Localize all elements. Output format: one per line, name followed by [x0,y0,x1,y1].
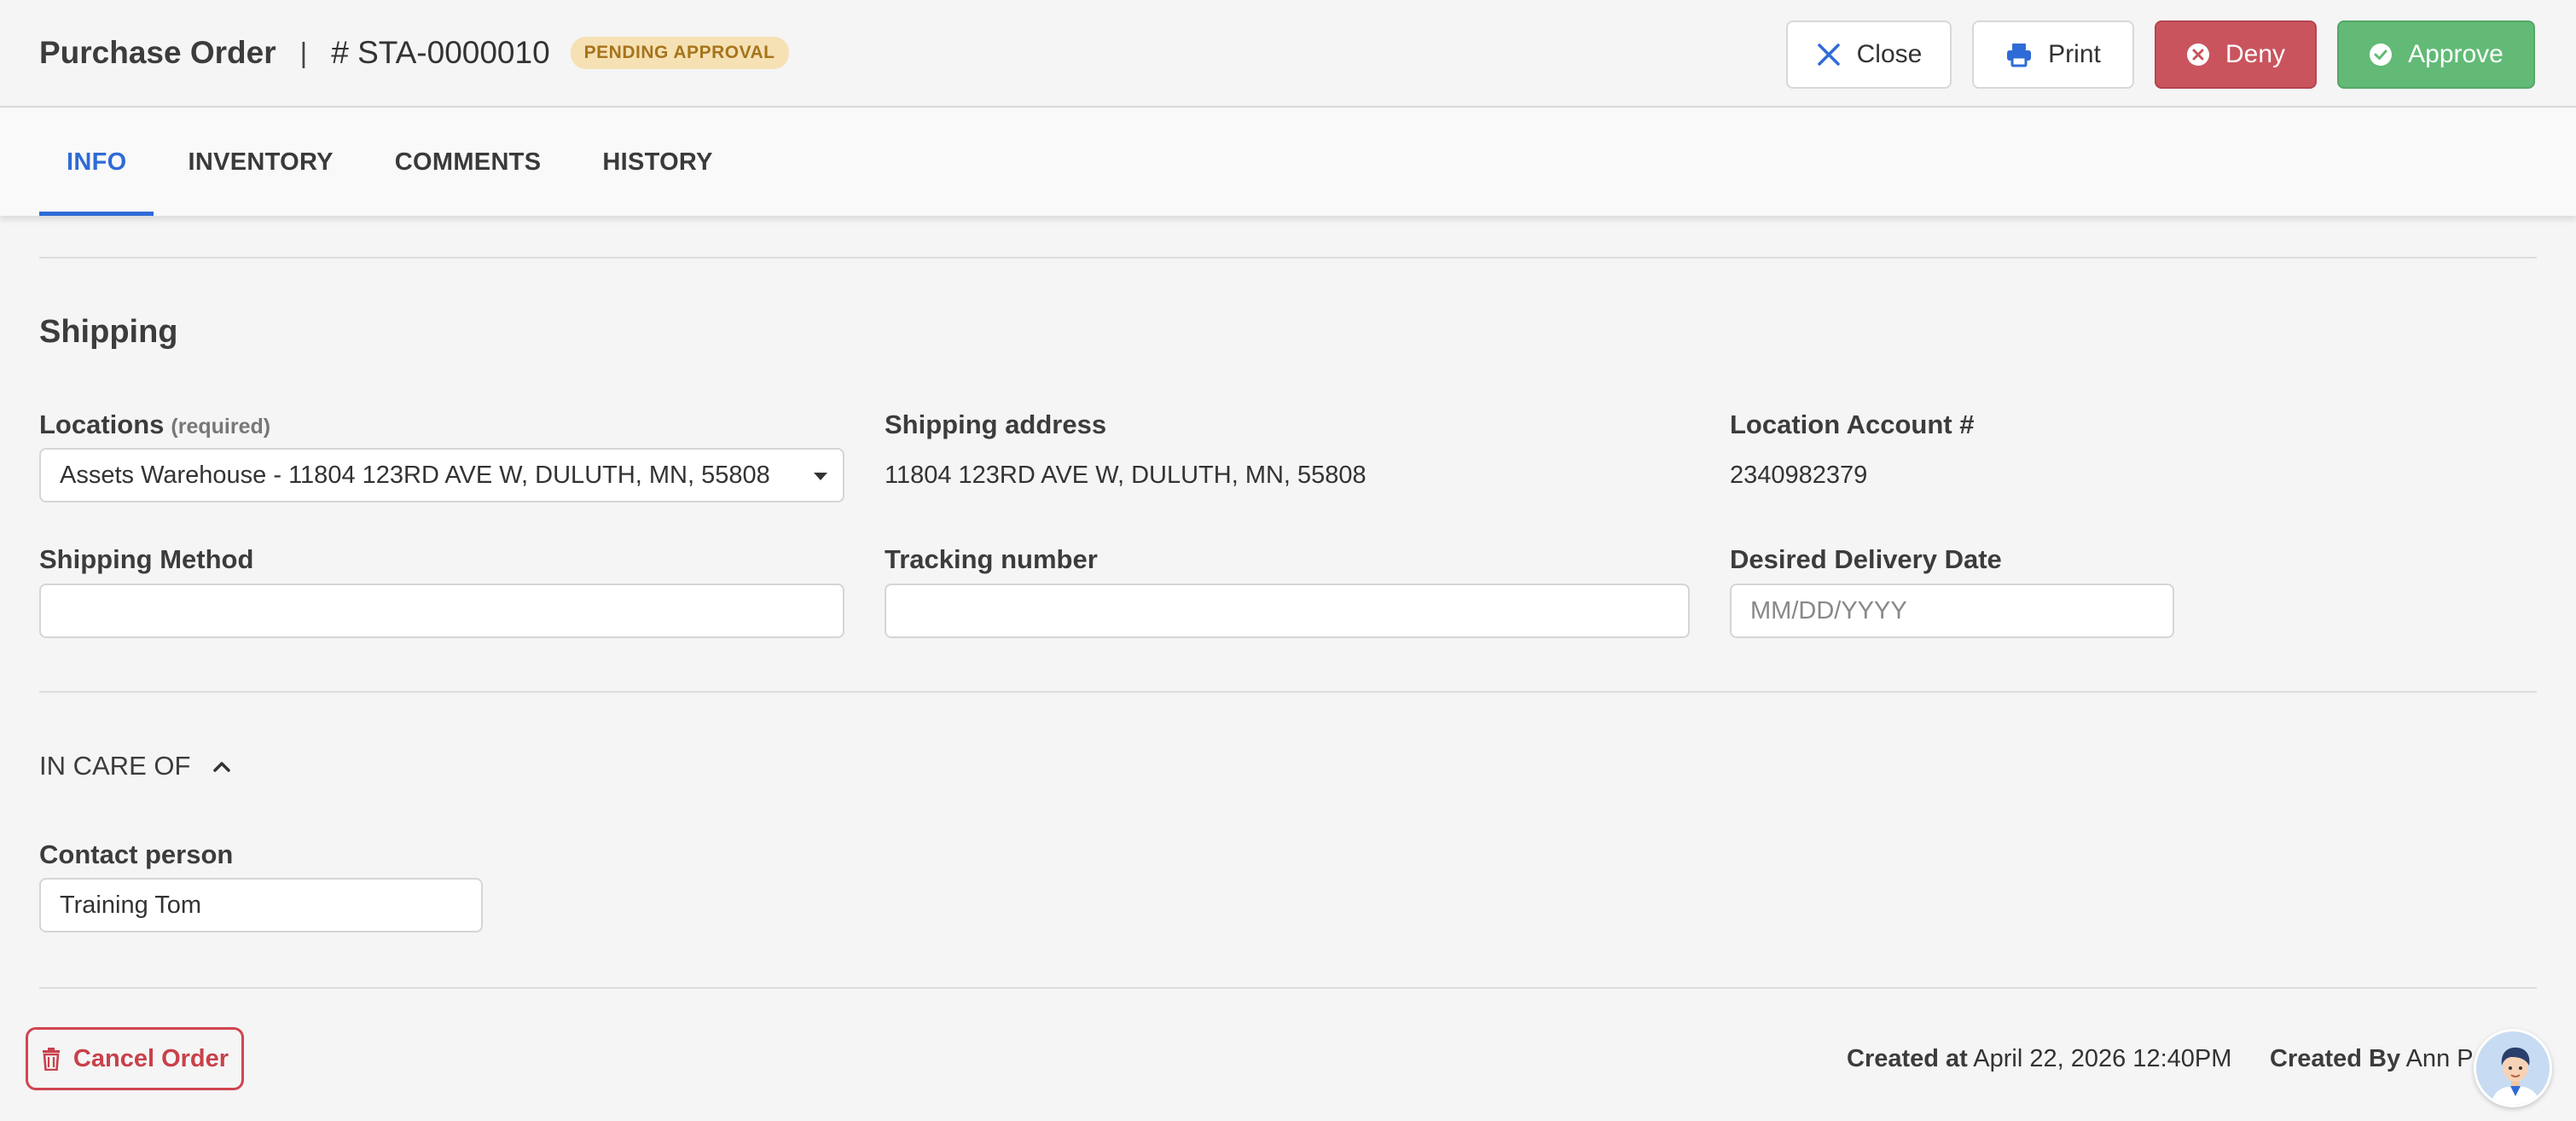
shipping-address-value: 11804 123RD AVE W, DULUTH, MN, 55808 [885,462,1366,489]
print-button[interactable]: Print [1972,20,2134,89]
divider [39,691,2537,693]
contact-person-input[interactable]: Training Tom [39,878,483,932]
cancel-order-button[interactable]: Cancel Order [26,1027,244,1090]
tracking-number-label: Tracking number [885,544,1098,574]
order-number: # STA-0000010 [331,35,550,70]
avatar[interactable] [2474,1029,2552,1107]
caret-down-icon [814,473,827,480]
x-circle-icon [2186,43,2210,67]
deny-button[interactable]: Deny [2155,20,2317,89]
created-by: Created By Ann P [2270,1045,2474,1073]
check-circle-icon [2369,43,2393,67]
in-care-of-toggle[interactable]: IN CARE OF [39,751,231,781]
required-hint: (required) [171,415,271,439]
chevron-up-icon [212,759,231,773]
header-actions: Close Print Deny Approve [1786,20,2535,89]
trash-icon [41,1047,61,1071]
divider [39,257,2537,258]
in-care-of-title: IN CARE OF [39,751,191,781]
shipping-address-label: Shipping address [885,409,1107,439]
tab-comments[interactable]: COMMENTS [395,108,542,216]
tracking-number-input[interactable] [885,584,1690,638]
created-at-label: Created at [1847,1045,1968,1072]
locations-select[interactable]: Assets Warehouse - 11804 123RD AVE W, DU… [39,448,844,502]
created-by-value: Ann P [2405,1045,2474,1072]
locations-select-value: Assets Warehouse - 11804 123RD AVE W, DU… [60,461,770,489]
shipping-method-input[interactable] [39,584,844,638]
contact-person-label: Contact person [39,839,234,869]
approve-button[interactable]: Approve [2337,20,2535,89]
close-icon [1816,42,1842,67]
title-separator: | [299,37,308,68]
desired-delivery-date-label: Desired Delivery Date [1730,544,2002,574]
location-account-label: Location Account # [1730,409,1975,439]
approve-button-label: Approve [2408,40,2503,68]
shipping-section-title: Shipping [39,314,178,350]
status-badge: PENDING APPROVAL [570,37,789,69]
tab-bar: INFO INVENTORY COMMENTS HISTORY [0,108,2576,216]
locations-label: Locations (required) [39,409,270,440]
page-title: Purchase Order [39,35,276,70]
created-at-value: April 22, 2026 12:40PM [1973,1045,2232,1072]
close-button[interactable]: Close [1786,20,1952,89]
print-button-label: Print [2048,40,2101,68]
locations-label-text: Locations [39,409,165,439]
created-by-label: Created By [2270,1045,2401,1072]
cancel-order-label: Cancel Order [73,1044,229,1072]
printer-icon [2005,42,2033,67]
tab-history[interactable]: HISTORY [602,108,712,216]
close-button-label: Close [1856,40,1923,68]
user-avatar-icon [2476,1031,2550,1105]
created-at: Created at April 22, 2026 12:40PM [1847,1045,2231,1073]
shipping-method-label: Shipping Method [39,544,254,574]
page-header: Purchase Order | # STA-0000010 PENDING A… [0,0,2576,107]
tab-info[interactable]: INFO [39,108,154,216]
desired-delivery-date-input[interactable]: MM/DD/YYYY [1730,584,2174,638]
divider [39,987,2537,989]
tab-inventory[interactable]: INVENTORY [188,108,333,216]
location-account-value: 2340982379 [1730,462,1868,489]
deny-button-label: Deny [2225,40,2286,68]
